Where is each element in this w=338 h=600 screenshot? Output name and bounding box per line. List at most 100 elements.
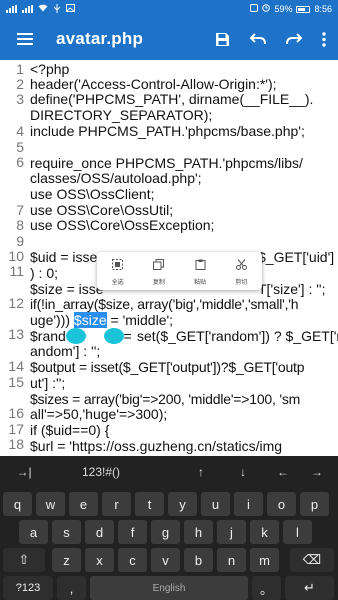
cut-button[interactable]: 剪切 — [221, 252, 262, 290]
key-p[interactable]: p — [300, 492, 329, 516]
comma-key[interactable]: , — [57, 576, 86, 600]
code-line[interactable]: $rand — [30, 329, 68, 344]
code-line[interactable]: all'=>50,'huge'=>300); — [30, 407, 335, 422]
status-bar: 59% 8:56 — [0, 0, 338, 18]
code-line[interactable]: T['size'] : ''; — [258, 282, 338, 297]
menu-icon[interactable] — [0, 18, 50, 60]
code-line[interactable]: include PHPCMS_PATH.'phpcms/base.php'; — [30, 124, 335, 139]
line-number: 18 — [8, 436, 24, 452]
code-line[interactable]: $sizes = array('big'=>200, 'middle'=>100… — [30, 392, 335, 407]
code-line[interactable]: andom'] : ''; — [30, 344, 335, 359]
line-number: 14 — [8, 358, 24, 374]
code-line[interactable]: if(!in_array($size, array('big','middle'… — [30, 297, 335, 312]
key-e[interactable]: e — [69, 492, 98, 516]
key-l[interactable]: l — [283, 520, 312, 544]
code-line[interactable]: uge'))) $size = 'middle'; — [30, 312, 335, 328]
key-i[interactable]: i — [234, 492, 263, 516]
enter-key[interactable]: ↵ — [285, 576, 334, 600]
key-b[interactable]: b — [184, 548, 213, 572]
line-number: 17 — [8, 421, 24, 437]
battery-percent: 59% — [274, 4, 293, 14]
wifi-icon — [38, 4, 48, 14]
key-f[interactable]: f — [118, 520, 147, 544]
battery-icon — [296, 5, 311, 13]
code-line[interactable]: require_once PHPCMS_PATH.'phpcms/libs/ — [30, 156, 335, 171]
arrow-right-key[interactable]: → — [302, 460, 332, 484]
code-line[interactable]: ut'] :''; — [30, 376, 335, 391]
code-line[interactable]: DIRECTORY_SEPARATOR); — [30, 108, 335, 123]
numbers-key[interactable]: ?123 — [3, 576, 53, 600]
status-left — [6, 3, 75, 15]
image-icon — [66, 4, 75, 14]
code-line[interactable]: define('PHPCMS_PATH', dirname(__FILE__). — [30, 92, 335, 107]
line-number: 1 — [16, 61, 24, 77]
key-o[interactable]: o — [267, 492, 296, 516]
key-r[interactable]: r — [102, 492, 131, 516]
line-number: 6 — [16, 154, 24, 170]
selection-end-handle[interactable] — [104, 328, 124, 344]
status-right: 59% 8:56 — [250, 4, 332, 14]
key-t[interactable]: t — [135, 492, 164, 516]
backspace-key[interactable]: ⌫ — [290, 548, 334, 572]
clock: 8:56 — [314, 4, 332, 14]
selected-text[interactable]: $size — [73, 312, 107, 328]
save-icon[interactable] — [215, 32, 230, 47]
tab-key[interactable]: →| — [4, 460, 44, 484]
key-y[interactable]: y — [168, 492, 197, 516]
alarm-icon — [262, 4, 271, 14]
key-a[interactable]: a — [19, 520, 48, 544]
line-number: 12 — [8, 295, 24, 311]
soft-keyboard: →| 123!#() ↑ ↓ ← → q w e r t y u i o p a… — [0, 456, 338, 600]
paste-button[interactable]: 粘贴 — [180, 252, 221, 290]
select-all-button[interactable]: 全选 — [97, 252, 138, 290]
key-d[interactable]: d — [85, 520, 114, 544]
line-number: 16 — [8, 405, 24, 421]
key-j[interactable]: j — [217, 520, 246, 544]
code-line[interactable]: if ($uid==0) { — [30, 423, 335, 438]
key-v[interactable]: v — [151, 548, 180, 572]
code-line[interactable]: $url = 'https://oss.guzheng.cn/statics/i… — [30, 439, 335, 454]
symbols-toggle-key[interactable]: 123!#() — [66, 460, 136, 484]
key-w[interactable]: w — [36, 492, 65, 516]
copy-button[interactable]: 复制 — [138, 252, 179, 290]
copy-icon — [153, 257, 165, 275]
line-number: 8 — [16, 217, 24, 233]
code-line[interactable]: $uid = isse — [30, 250, 100, 265]
line-number: 4 — [16, 123, 24, 139]
code-line[interactable]: <?php — [30, 62, 335, 77]
key-u[interactable]: u — [201, 492, 230, 516]
key-n[interactable]: n — [217, 548, 246, 572]
key-g[interactable]: g — [151, 520, 180, 544]
arrow-up-key[interactable]: ↑ — [186, 460, 216, 484]
code-line[interactable]: $size = isse — [30, 282, 104, 297]
key-k[interactable]: k — [250, 520, 279, 544]
arrow-left-key[interactable]: ← — [268, 460, 298, 484]
code-line[interactable]: classes/OSS/autoload.php'; — [30, 171, 335, 186]
key-m[interactable]: m — [250, 548, 279, 572]
more-options-icon[interactable] — [322, 31, 326, 47]
key-z[interactable]: z — [52, 548, 81, 572]
period-key[interactable]: 。 — [252, 576, 281, 600]
code-line[interactable]: use OSS\Core\OssException; — [30, 218, 335, 233]
arrow-down-key[interactable]: ↓ — [228, 460, 258, 484]
code-line[interactable]: use OSS\Core\OssUtil; — [30, 203, 335, 218]
paste-icon — [195, 257, 206, 275]
undo-icon[interactable] — [250, 33, 266, 45]
space-key[interactable]: English — [90, 576, 248, 600]
shift-key[interactable]: ⇧ — [3, 548, 45, 572]
key-h[interactable]: h — [184, 520, 213, 544]
key-x[interactable]: x — [85, 548, 114, 572]
code-line[interactable]: set($_GET['random']) ? $_GET['r — [137, 329, 338, 344]
key-c[interactable]: c — [118, 548, 147, 572]
app-actions — [215, 31, 338, 47]
code-line[interactable]: $output = isset($_GET['output'])?$_GET['… — [30, 360, 335, 375]
copy-label: 复制 — [152, 279, 165, 286]
key-s[interactable]: s — [52, 520, 81, 544]
selection-start-handle[interactable] — [66, 328, 86, 344]
code-line[interactable]: $_GET['uid'] — [258, 250, 338, 265]
key-q[interactable]: q — [3, 492, 32, 516]
code-line[interactable]: header('Access-Control-Allow-Origin:*'); — [30, 77, 335, 92]
code-line[interactable]: use OSS\OssClient; — [30, 187, 335, 202]
select-all-label: 全选 — [111, 279, 124, 286]
redo-icon[interactable] — [286, 33, 302, 45]
